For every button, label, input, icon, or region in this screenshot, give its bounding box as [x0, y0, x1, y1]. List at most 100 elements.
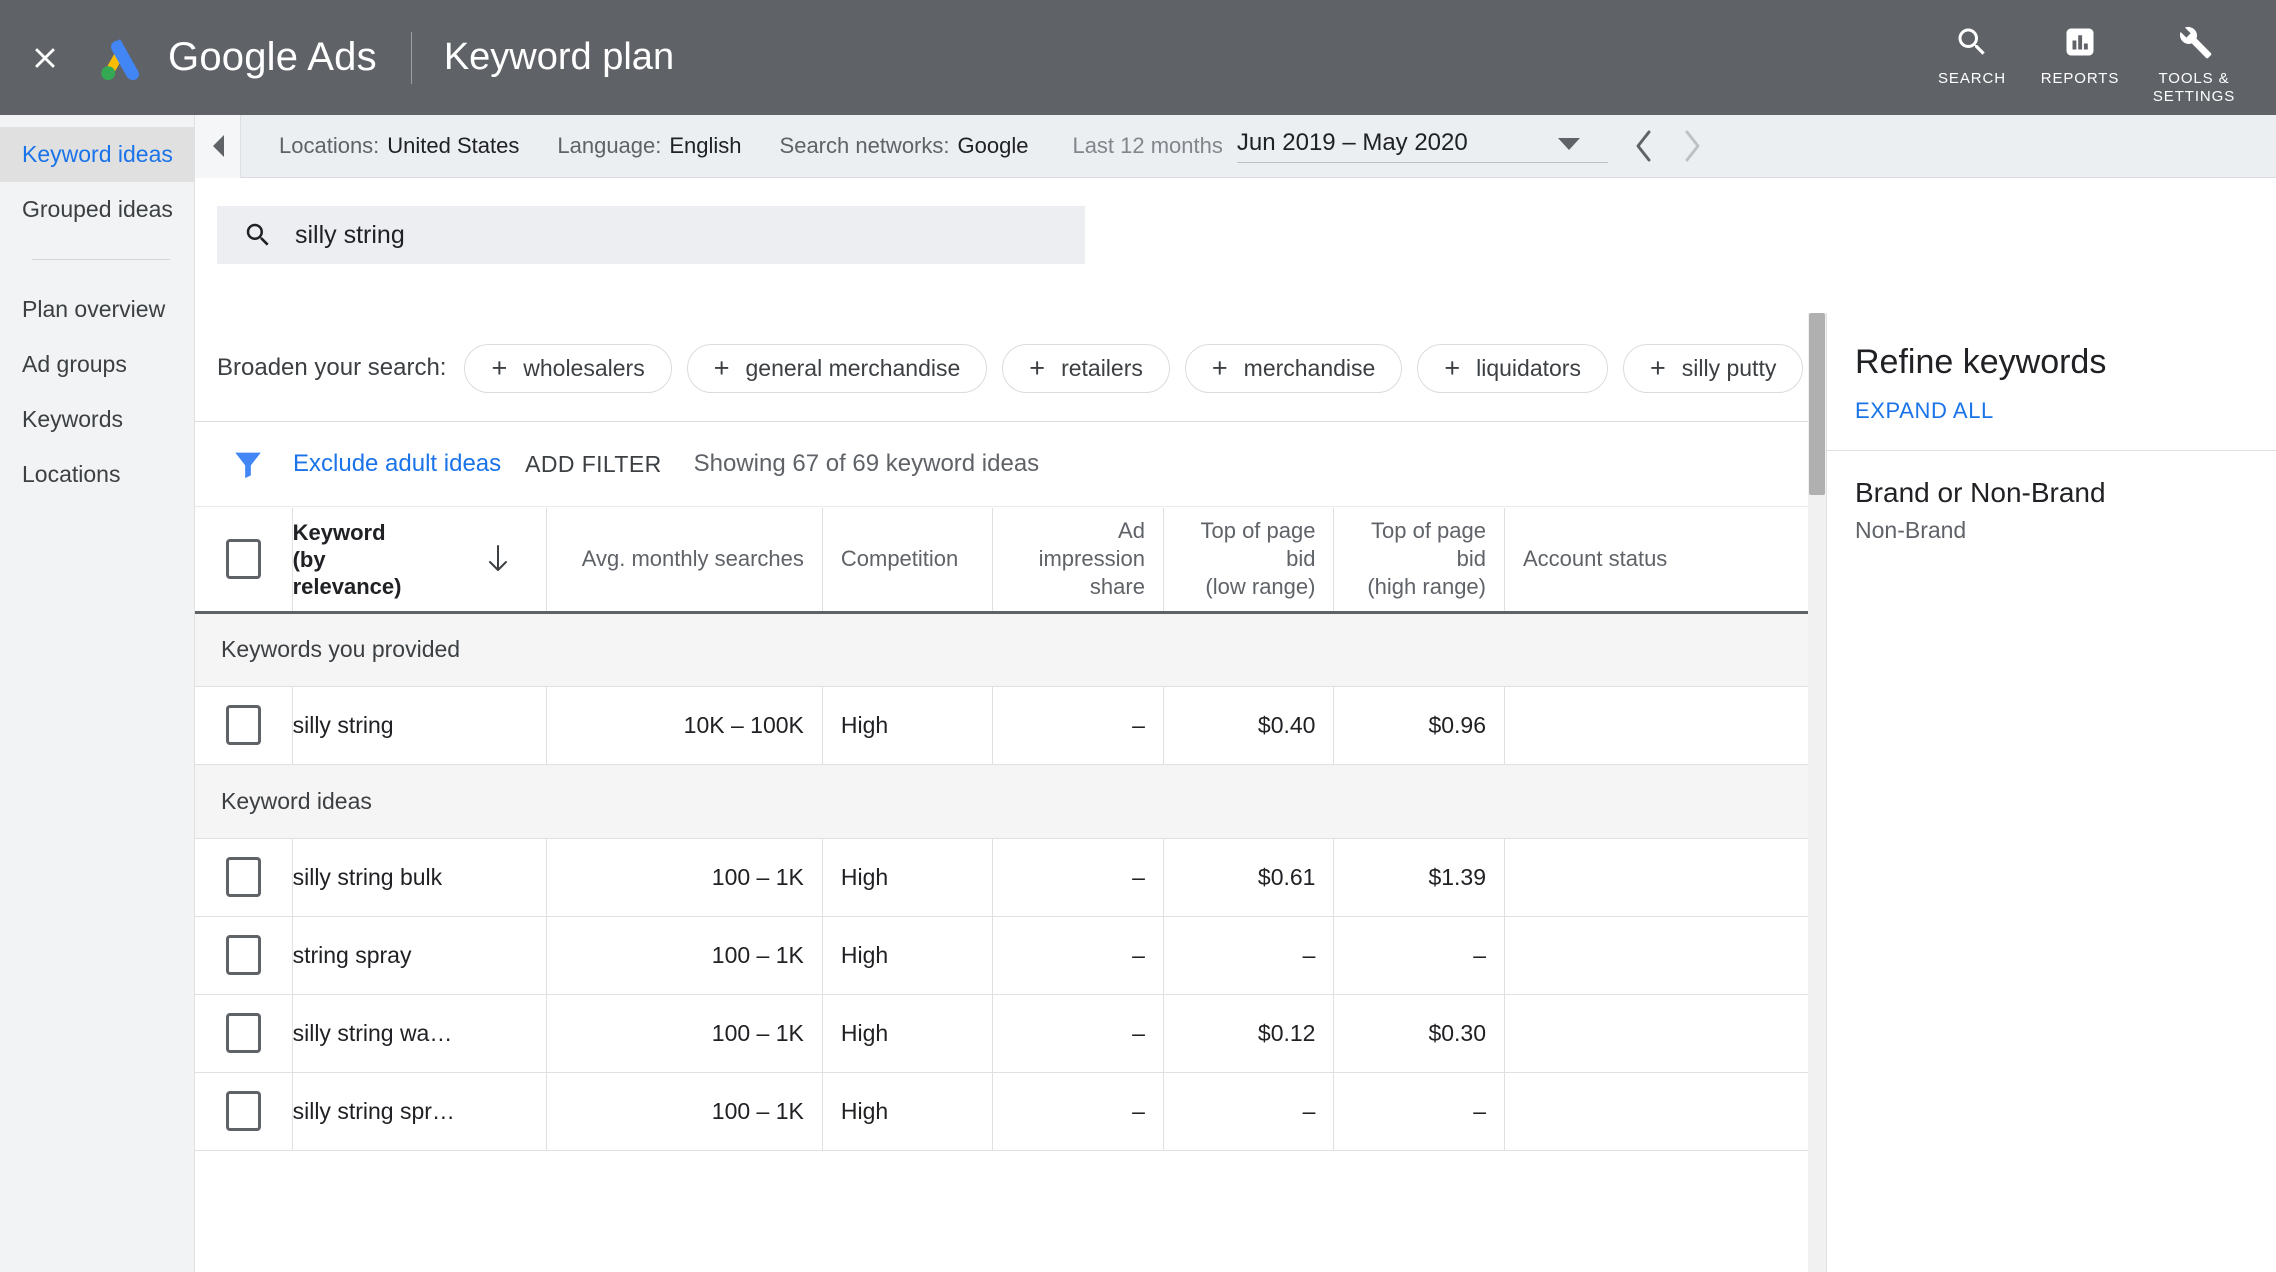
table-row[interactable]: silly string bulk 100 – 1K High – $0.61 …	[195, 838, 2003, 916]
broaden-search-label: Broaden your search:	[217, 354, 446, 382]
keyword-search-block: silly string	[195, 178, 2276, 315]
locations-filter-key: Locations:	[279, 133, 379, 159]
search-networks-filter[interactable]: Search networks: Google	[780, 133, 1029, 159]
row-checkbox[interactable]	[226, 705, 261, 745]
column-header-keyword-label: Keyword (by relevance)	[293, 519, 402, 600]
chevron-left-icon	[1633, 129, 1655, 163]
top-bid-low-line1: Top of page bid	[1200, 518, 1315, 571]
sidebar-item-label: Locations	[22, 461, 120, 488]
refine-section-subtitle: Non-Brand	[1855, 517, 2276, 544]
filter-funnel-icon[interactable]	[231, 447, 265, 481]
cell-top-bid-high: $0.30	[1334, 994, 1505, 1072]
context-bar: Locations: United States Language: Engli…	[195, 115, 2276, 178]
keyword-search-input[interactable]: silly string	[217, 206, 1085, 264]
table-row[interactable]: silly string 10K – 100K High – $0.40 $0.…	[195, 686, 2003, 764]
tools-and-settings-button[interactable]: TOOLS & SETTINGS	[2134, 12, 2254, 106]
expand-all-button[interactable]: EXPAND ALL	[1855, 398, 2276, 424]
reports-button[interactable]: REPORTS	[2026, 12, 2134, 88]
table-body: Keywords you provided silly string 10K –…	[195, 612, 2003, 1150]
refine-section-brand[interactable]: Brand or Non-Brand Non-Brand	[1827, 451, 2276, 544]
sidebar-item-ad-groups[interactable]: Ad groups	[0, 337, 194, 392]
column-header-competition[interactable]: Competition	[822, 508, 993, 612]
language-filter[interactable]: Language: English	[557, 133, 741, 159]
cell-competition: High	[822, 838, 993, 916]
locations-filter[interactable]: Locations: United States	[279, 133, 519, 159]
table-group-header-row: Keywords you provided	[195, 612, 2003, 686]
close-icon[interactable]	[22, 35, 68, 81]
sidebar-item-locations[interactable]: Locations	[0, 447, 194, 502]
table-vertical-scrollbar[interactable]	[1808, 313, 1826, 1272]
cell-competition: High	[822, 994, 993, 1072]
table-row[interactable]: silly string wa… 100 – 1K High – $0.12 $…	[195, 994, 2003, 1072]
broaden-chip-wholesalers[interactable]: + wholesalers	[464, 344, 671, 393]
broaden-chip-label: merchandise	[1244, 355, 1376, 382]
search-button[interactable]: SEARCH	[1918, 12, 2026, 88]
cell-avg-monthly-searches: 100 – 1K	[546, 994, 822, 1072]
language-filter-key: Language:	[557, 133, 661, 159]
sidebar-item-label: Ad groups	[22, 351, 127, 378]
sidebar-item-label: Keywords	[22, 406, 123, 433]
cell-top-bid-low: $0.61	[1163, 838, 1334, 916]
cell-top-bid-low: –	[1163, 1072, 1334, 1150]
column-header-keyword[interactable]: Keyword (by relevance)	[292, 508, 546, 612]
results-count-text: Showing 67 of 69 keyword ideas	[694, 450, 1040, 478]
collapse-sidebar-button[interactable]	[195, 115, 241, 178]
cell-keyword: silly string bulk	[292, 838, 546, 916]
reports-bar-chart-icon	[2062, 20, 2098, 64]
table-row[interactable]: silly string spr… 100 – 1K High – – –	[195, 1072, 2003, 1150]
sidebar-item-keyword-ideas[interactable]: Keyword ideas	[0, 127, 194, 182]
broaden-chip-retailers[interactable]: + retailers	[1002, 344, 1170, 393]
plus-icon: +	[1444, 355, 1460, 382]
tools-label-line1: TOOLS &	[2158, 70, 2229, 87]
column-header-top-bid-high[interactable]: Top of page bid (high range)	[1334, 508, 1505, 612]
table-group-title: Keywords you provided	[195, 612, 2003, 686]
sidebar-item-grouped-ideas[interactable]: Grouped ideas	[0, 182, 194, 237]
broaden-chip-label: silly putty	[1682, 355, 1777, 382]
row-checkbox[interactable]	[226, 935, 261, 975]
broaden-chip-liquidators[interactable]: + liquidators	[1417, 344, 1608, 393]
add-filter-button[interactable]: ADD FILTER	[525, 451, 661, 478]
row-checkbox[interactable]	[226, 857, 261, 897]
sidebar-item-keywords[interactable]: Keywords	[0, 392, 194, 447]
chevron-down-icon	[1558, 138, 1580, 150]
row-checkbox[interactable]	[226, 1013, 261, 1053]
sidebar-top-spacer	[0, 115, 194, 127]
keyword-header-line1: Keyword	[293, 520, 386, 545]
app-bar: Google Ads Keyword plan SEARCH REPORTS	[0, 0, 2276, 115]
broaden-chip-label: general merchandise	[745, 355, 960, 382]
cell-top-bid-high: $1.39	[1334, 838, 1505, 916]
next-period-button[interactable]	[1668, 122, 1716, 170]
column-header-ad-impression-share[interactable]: Ad impression share	[993, 508, 1164, 612]
exclude-adult-ideas-filter[interactable]: Exclude adult ideas	[293, 450, 501, 478]
sidebar-item-label: Plan overview	[22, 296, 165, 323]
cell-top-bid-low: $0.40	[1163, 686, 1334, 764]
column-header-avg-monthly-searches[interactable]: Avg. monthly searches	[546, 508, 822, 612]
broaden-chip-merchandise[interactable]: + merchandise	[1185, 344, 1402, 393]
row-checkbox[interactable]	[226, 1091, 261, 1131]
locations-filter-value: United States	[387, 133, 519, 159]
sidebar-item-plan-overview[interactable]: Plan overview	[0, 282, 194, 337]
top-bid-high-line1: Top of page bid	[1371, 518, 1486, 571]
keyword-search-value: silly string	[295, 221, 405, 250]
scrollbar-thumb[interactable]	[1809, 313, 1825, 495]
previous-period-button[interactable]	[1620, 122, 1668, 170]
keyword-ideas-table-wrapper: Keyword (by relevance) Avg. monthly	[195, 508, 2003, 1151]
keyword-header-line3: relevance)	[293, 574, 402, 599]
broaden-chip-general-merchandise[interactable]: + general merchandise	[687, 344, 988, 393]
select-all-checkbox[interactable]	[226, 539, 261, 579]
sort-descending-icon[interactable]	[486, 544, 510, 574]
table-row[interactable]: string spray 100 – 1K High – – –	[195, 916, 2003, 994]
search-networks-filter-value: Google	[958, 133, 1029, 159]
row-select-cell	[195, 838, 292, 916]
plus-icon: +	[1650, 355, 1666, 382]
cell-keyword: silly string spr…	[292, 1072, 546, 1150]
keyword-ideas-table: Keyword (by relevance) Avg. monthly	[195, 508, 2003, 1151]
cell-avg-monthly-searches: 100 – 1K	[546, 1072, 822, 1150]
column-header-top-bid-low[interactable]: Top of page bid (low range)	[1163, 508, 1334, 612]
broaden-chip-silly-putty[interactable]: + silly putty	[1623, 344, 1803, 393]
refine-panel-header: Refine keywords EXPAND ALL	[1827, 313, 2276, 451]
row-select-cell	[195, 994, 292, 1072]
date-range-label: Last 12 months	[1072, 133, 1222, 159]
cell-keyword: silly string	[292, 686, 546, 764]
date-range-select[interactable]: Jun 2019 – May 2020	[1237, 129, 1608, 163]
